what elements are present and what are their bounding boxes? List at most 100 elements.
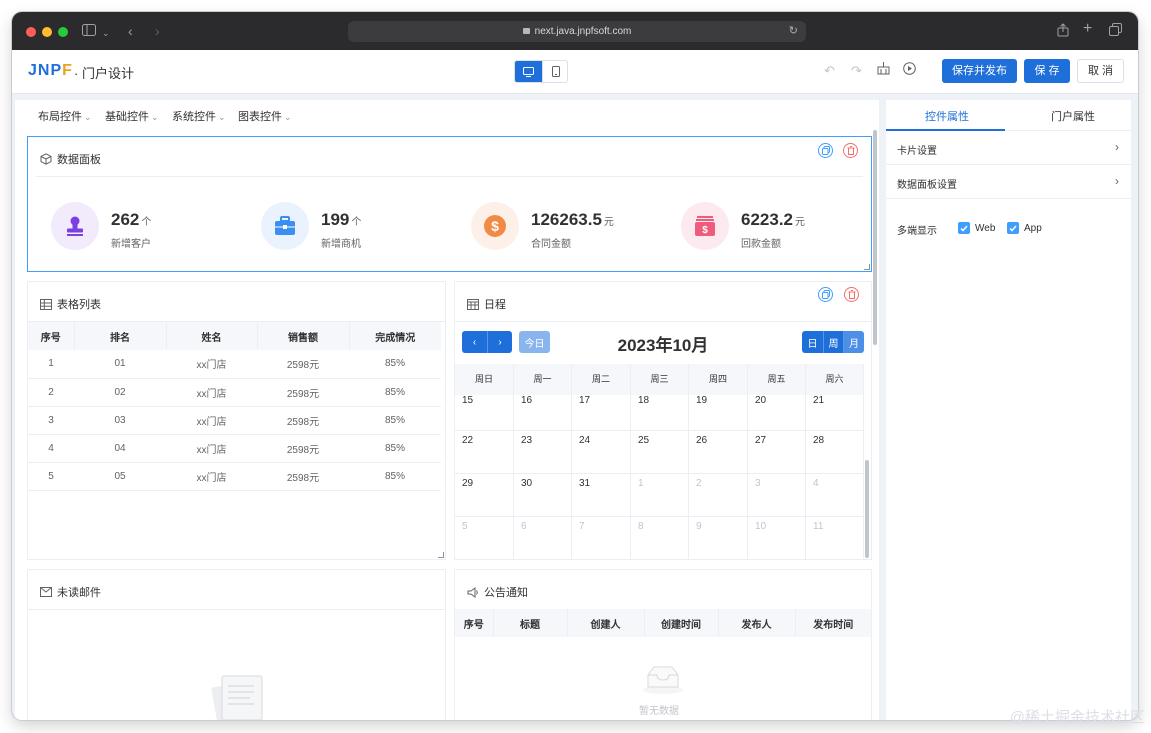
copy-card-button[interactable]: [818, 143, 833, 158]
calendar-day-cell[interactable]: 7: [572, 517, 631, 559]
save-button[interactable]: 保 存: [1024, 59, 1070, 83]
chevron-down-icon[interactable]: ⌄: [102, 25, 110, 41]
menu-chart-controls[interactable]: 图表控件 ⌄: [238, 108, 292, 124]
menu-layout-controls[interactable]: 布局控件 ⌄: [38, 108, 92, 124]
view-month-button[interactable]: 月: [843, 331, 864, 353]
table-cell: xx门店: [166, 462, 257, 491]
calendar-scrollbar-thumb[interactable]: [865, 460, 869, 558]
calendar-day-cell[interactable]: 5: [455, 517, 514, 559]
calendar-day-cell[interactable]: 3: [748, 474, 806, 517]
menu-system-controls[interactable]: 系统控件 ⌄: [172, 108, 226, 124]
table-cell: 85%: [349, 350, 441, 379]
calendar-day-cell[interactable]: 16: [514, 395, 572, 431]
tab-overview-icon[interactable]: [1109, 23, 1122, 39]
calendar-day-cell[interactable]: 23: [514, 431, 572, 474]
close-window-button[interactable]: [26, 27, 36, 37]
calendar-day-cell[interactable]: 9: [689, 517, 748, 559]
column-header[interactable]: 发布时间: [795, 609, 871, 637]
calendar-day-cell[interactable]: 18: [631, 395, 689, 431]
save-and-publish-button[interactable]: 保存并发布: [942, 59, 1017, 83]
copy-card-button[interactable]: [818, 287, 833, 302]
column-header[interactable]: 创建时间: [644, 609, 719, 637]
calendar-day-cell[interactable]: 30: [514, 474, 572, 517]
column-header[interactable]: 发布人: [718, 609, 796, 637]
forward-icon[interactable]: ›: [155, 23, 160, 39]
calendar-day-cell[interactable]: 4: [806, 474, 864, 517]
calendar-day-cell[interactable]: 2: [689, 474, 748, 517]
clear-icon[interactable]: [877, 62, 890, 80]
resize-handle[interactable]: [438, 552, 444, 558]
stat-label: 回款金额: [741, 239, 781, 250]
reload-icon[interactable]: ↻: [789, 21, 798, 42]
back-icon[interactable]: ‹: [128, 23, 133, 39]
design-canvas: 布局控件 ⌄ 基础控件 ⌄ 系统控件 ⌄ 图表控件 ⌄ 数据面板 262 个 新增客户: [15, 100, 879, 720]
view-day-button[interactable]: 日: [802, 331, 823, 353]
data-panel-card[interactable]: 数据面板 262 个 新增客户 199 个 新增商机 $ 126263.5 元 …: [27, 136, 872, 272]
calendar-day-cell[interactable]: 1: [631, 474, 689, 517]
view-week-button[interactable]: 周: [823, 331, 843, 353]
calendar-day-cell[interactable]: 17: [572, 395, 631, 431]
table-cell: 5: [28, 462, 74, 491]
calendar-day-cell[interactable]: 26: [689, 431, 748, 474]
notice-card[interactable]: 公告通知 序号 标题 创建人 创建时间 发布人 发布时间 暂无数据: [454, 569, 872, 720]
calendar-day-cell[interactable]: 21: [806, 395, 864, 431]
cancel-button[interactable]: 取 消: [1077, 59, 1124, 83]
table-row[interactable]: 1 01 xx门店 2598元 85%: [28, 350, 441, 379]
stat-label: 新增商机: [321, 239, 361, 250]
preview-icon[interactable]: [903, 62, 916, 80]
delete-card-button[interactable]: [843, 143, 858, 158]
unread-mail-card[interactable]: 未读邮件: [27, 569, 446, 720]
calendar-day-cell[interactable]: 25: [631, 431, 689, 474]
calendar-day-cell[interactable]: 11: [806, 517, 864, 559]
menu-basic-controls[interactable]: 基础控件 ⌄: [105, 108, 159, 124]
column-header[interactable]: 完成情况: [349, 322, 441, 350]
undo-icon[interactable]: ↶: [824, 62, 835, 80]
sidebar-toggle-icon[interactable]: [82, 23, 96, 39]
share-icon[interactable]: [1057, 23, 1069, 40]
calendar-day-cell[interactable]: 19: [689, 395, 748, 431]
column-header[interactable]: 姓名: [166, 322, 258, 350]
delete-card-button[interactable]: [844, 287, 859, 302]
table-row[interactable]: 3 03 xx门店 2598元 85%: [28, 406, 441, 435]
column-header[interactable]: 销售额: [257, 322, 350, 350]
column-header[interactable]: 序号: [455, 609, 494, 637]
table-row[interactable]: 2 02 xx门店 2598元 85%: [28, 378, 441, 407]
table-header-row: 序号 标题 创建人 创建时间 发布人 发布时间: [455, 609, 871, 637]
data-panel-settings-row[interactable]: 数据面板设置 ›: [886, 165, 1131, 199]
weekday-header: 周六: [806, 364, 864, 395]
card-settings-row[interactable]: 卡片设置 ›: [886, 131, 1131, 165]
table-row[interactable]: 4 04 xx门店 2598元 85%: [28, 434, 441, 463]
address-bar[interactable]: next.java.jnpfsoft.com ↻: [348, 21, 806, 42]
calendar-day-cell[interactable]: 24: [572, 431, 631, 474]
divider: [28, 609, 445, 610]
calendar-day-cell[interactable]: 10: [748, 517, 806, 559]
resize-handle[interactable]: [864, 264, 870, 270]
tab-control-properties[interactable]: 控件属性: [925, 108, 969, 124]
calendar-day-cell[interactable]: 27: [748, 431, 806, 474]
calendar-day-cell[interactable]: 31: [572, 474, 631, 517]
new-tab-icon[interactable]: +: [1083, 21, 1092, 37]
redo-icon[interactable]: ↷: [851, 62, 862, 80]
row-label: 卡片设置: [897, 146, 937, 157]
calendar-day-cell[interactable]: 20: [748, 395, 806, 431]
calendar-card[interactable]: 日程 ‹ › 今日 2023年10月 日 周 月 周日 周一 周二 周三 周四 周五 周六 1…: [454, 281, 872, 560]
column-header[interactable]: 排名: [74, 322, 167, 350]
tab-portal-properties[interactable]: 门户属性: [1051, 108, 1095, 124]
mobile-view-button[interactable]: [542, 61, 567, 82]
calendar-day-cell[interactable]: 22: [455, 431, 514, 474]
table-row[interactable]: 5 05 xx门店 2598元 85%: [28, 462, 441, 491]
column-header[interactable]: 序号: [28, 322, 75, 350]
maximize-window-button[interactable]: [58, 27, 68, 37]
column-header[interactable]: 创建人: [567, 609, 645, 637]
column-header[interactable]: 标题: [493, 609, 568, 637]
calendar-day-cell[interactable]: 28: [806, 431, 864, 474]
calendar-day-cell[interactable]: 8: [631, 517, 689, 559]
app-checkbox[interactable]: App: [1007, 222, 1042, 234]
web-checkbox[interactable]: Web: [958, 222, 995, 234]
calendar-day-cell[interactable]: 15: [455, 395, 514, 431]
calendar-day-cell[interactable]: 29: [455, 474, 514, 517]
calendar-day-cell[interactable]: 6: [514, 517, 572, 559]
table-list-card[interactable]: 表格列表 序号 排名 姓名 销售额 完成情况 1 01 xx门店 2598元 85% 2…: [27, 281, 446, 560]
minimize-window-button[interactable]: [42, 27, 52, 37]
pc-view-button[interactable]: [515, 61, 542, 82]
